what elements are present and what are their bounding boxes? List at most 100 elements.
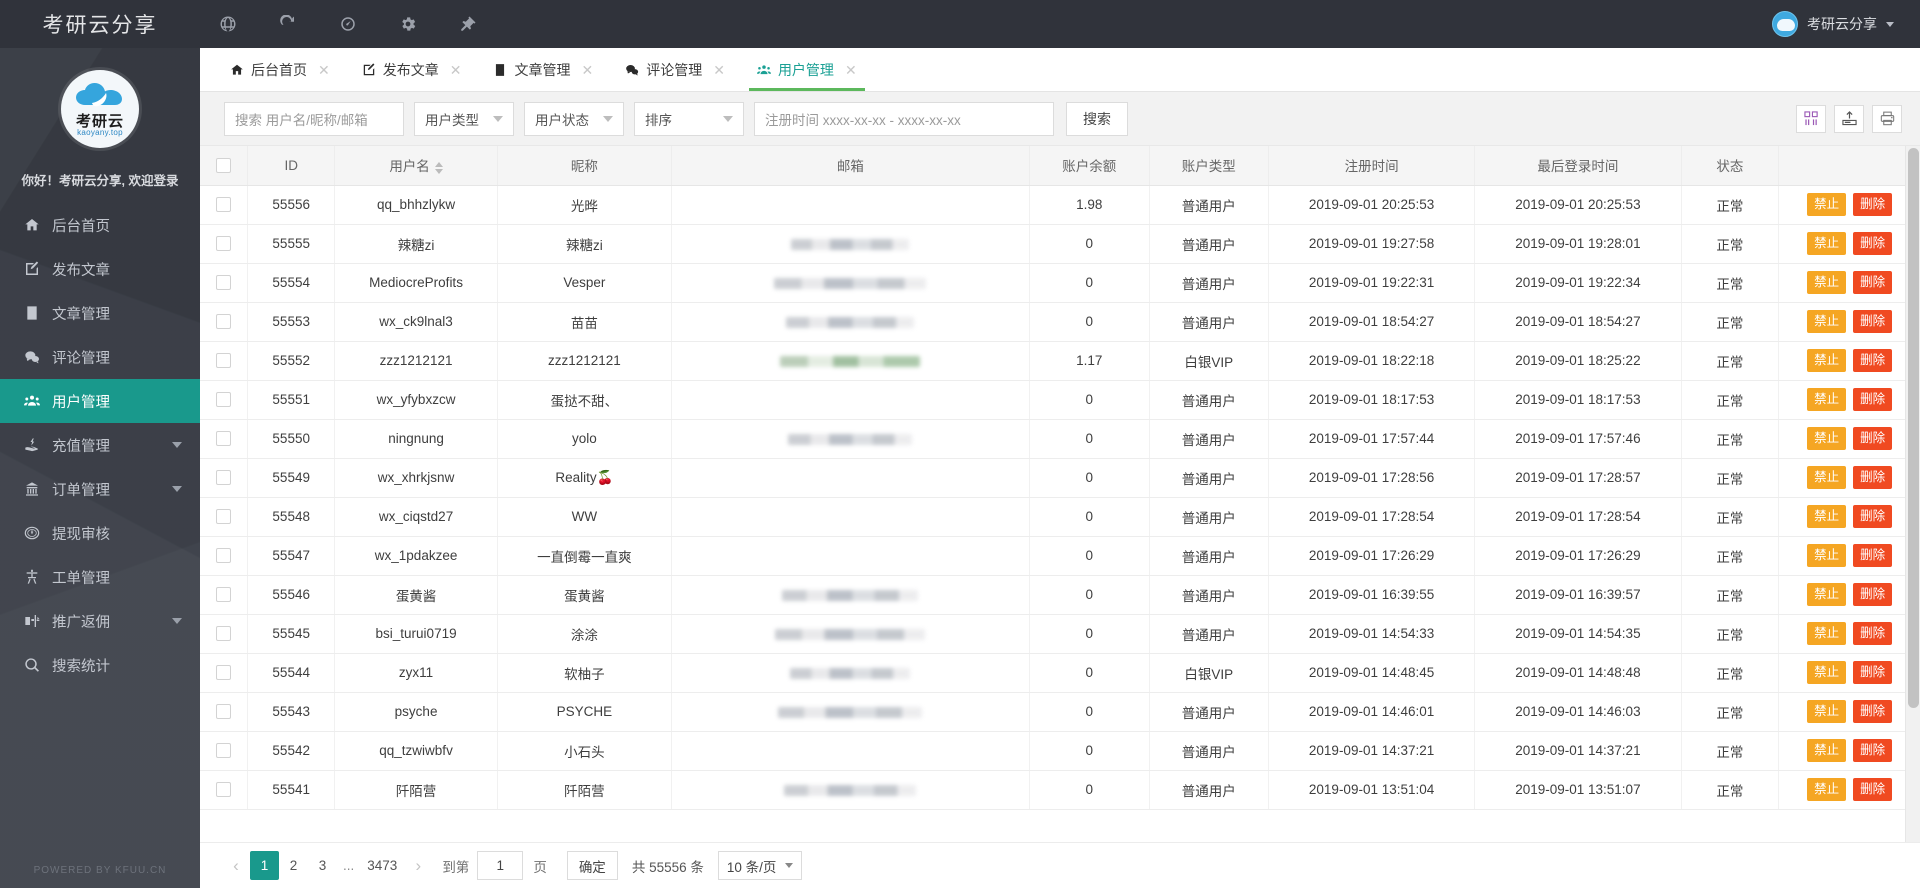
sidebar-item-5[interactable]: 用户管理 bbox=[0, 379, 200, 423]
ban-button[interactable]: 禁止 bbox=[1807, 271, 1847, 294]
tab-5[interactable]: 用户管理 ✕ bbox=[741, 48, 873, 91]
search-input[interactable]: 搜索 用户名/昵称/邮箱 bbox=[224, 101, 404, 136]
ban-button[interactable]: 禁止 bbox=[1807, 505, 1847, 528]
row-checkbox[interactable] bbox=[216, 392, 232, 408]
delete-button[interactable]: 删除 bbox=[1853, 271, 1893, 294]
export-icon[interactable] bbox=[1834, 104, 1864, 133]
table-row[interactable]: 55551 wx_yfybxzcw 蛋挞不甜、 0 普通用户 2019-09-01 18:… bbox=[200, 380, 1920, 420]
row-checkbox[interactable] bbox=[216, 704, 232, 720]
row-checkbox[interactable] bbox=[216, 197, 232, 213]
row-checkbox[interactable] bbox=[216, 353, 232, 369]
table-row[interactable]: 55548 wx_ciqstd27 WW 0 普通用户 2019-09-01 17:28:… bbox=[200, 497, 1920, 537]
close-icon[interactable]: ✕ bbox=[713, 63, 725, 77]
table-row[interactable]: 55541 阡陌营 阡陌营 0 普通用户 2019-09-01 13:51:04 2019-… bbox=[200, 770, 1920, 810]
row-checkbox[interactable] bbox=[216, 236, 232, 252]
page-button-3[interactable]: 3 bbox=[308, 851, 337, 880]
row-checkbox[interactable] bbox=[216, 587, 232, 603]
tab-2[interactable]: 发布文章 ✕ bbox=[346, 48, 478, 91]
table-row[interactable]: 55554 MediocreProfits Vesper 0 普通用户 2019-09-0… bbox=[200, 263, 1920, 303]
ban-button[interactable]: 禁止 bbox=[1807, 427, 1847, 450]
table-row[interactable]: 55547 wx_1pdakzee 一直倒霉一直爽 0 普通用户 2019-09-01 1… bbox=[200, 536, 1920, 576]
table-row[interactable]: 55553 wx_ck9lnal3 苗苗 0 普通用户 2019-09-01 18:54:… bbox=[200, 302, 1920, 342]
sidebar-item-6[interactable]: 充值管理 bbox=[0, 423, 200, 467]
delete-button[interactable]: 删除 bbox=[1853, 544, 1893, 567]
sidebar-item-7[interactable]: 订单管理 bbox=[0, 467, 200, 511]
ban-button[interactable]: 禁止 bbox=[1807, 778, 1847, 801]
sidebar-item-11[interactable]: 搜索统计 bbox=[0, 643, 200, 687]
sidebar-item-1[interactable]: 后台首页 bbox=[0, 203, 200, 247]
chevron-down-icon[interactable] bbox=[172, 618, 182, 624]
close-icon[interactable]: ✕ bbox=[581, 63, 593, 77]
row-checkbox[interactable] bbox=[216, 431, 232, 447]
row-checkbox[interactable] bbox=[216, 782, 232, 798]
close-icon[interactable]: ✕ bbox=[450, 63, 462, 77]
chevron-down-icon[interactable] bbox=[172, 486, 182, 492]
dashboard-icon[interactable] bbox=[320, 0, 376, 48]
row-checkbox[interactable] bbox=[216, 665, 232, 681]
table-row[interactable]: 55545 bsi_turui0719 涂涂 0 普通用户 2019-09-01 14:5… bbox=[200, 614, 1920, 654]
sidebar-item-3[interactable]: 文章管理 bbox=[0, 291, 200, 335]
delete-button[interactable]: 删除 bbox=[1853, 310, 1893, 333]
user-menu[interactable]: 考研云分享 bbox=[1760, 0, 1920, 48]
ban-button[interactable]: 禁止 bbox=[1807, 466, 1847, 489]
row-checkbox[interactable] bbox=[216, 314, 232, 330]
row-checkbox[interactable] bbox=[216, 470, 232, 486]
table-row[interactable]: 55556 qq_bhhzlykw 光晔 1.98 普通用户 2019-09-01 20:… bbox=[200, 185, 1920, 225]
ban-button[interactable]: 禁止 bbox=[1807, 544, 1847, 567]
print-icon[interactable] bbox=[1872, 104, 1902, 133]
goto-page-input[interactable]: 1 bbox=[477, 851, 524, 880]
delete-button[interactable]: 删除 bbox=[1853, 193, 1893, 216]
tab-1[interactable]: 后台首页 ✕ bbox=[214, 48, 346, 91]
delete-button[interactable]: 删除 bbox=[1853, 232, 1893, 255]
user-status-select[interactable]: 用户状态 bbox=[524, 101, 624, 136]
ban-button[interactable]: 禁止 bbox=[1807, 310, 1847, 333]
table-row[interactable]: 55546 蛋黄酱 蛋黄酱 0 普通用户 2019-09-01 16:39:55 2019-… bbox=[200, 575, 1920, 615]
sort-icon[interactable] bbox=[434, 161, 443, 174]
ban-button[interactable]: 禁止 bbox=[1807, 661, 1847, 684]
close-icon[interactable]: ✕ bbox=[318, 63, 330, 77]
sidebar-item-8[interactable]: 提现审核 bbox=[0, 511, 200, 555]
table-row[interactable]: 55544 zyx11 软柚子 0 白银VIP 2019-09-01 14:48:45 20… bbox=[200, 653, 1920, 693]
ban-button[interactable]: 禁止 bbox=[1807, 739, 1847, 762]
ban-button[interactable]: 禁止 bbox=[1807, 622, 1847, 645]
delete-button[interactable]: 删除 bbox=[1853, 427, 1893, 450]
prev-page-button[interactable]: ‹ bbox=[222, 851, 250, 881]
row-checkbox[interactable] bbox=[216, 275, 232, 291]
tab-4[interactable]: 评论管理 ✕ bbox=[609, 48, 741, 91]
ban-button[interactable]: 禁止 bbox=[1807, 349, 1847, 372]
delete-button[interactable]: 删除 bbox=[1853, 739, 1893, 762]
page-button-1[interactable]: 1 bbox=[250, 851, 279, 880]
register-date-range-input[interactable]: 注册时间 xxxx-xx-xx - xxxx-xx-xx bbox=[754, 101, 1054, 136]
row-checkbox[interactable] bbox=[216, 548, 232, 564]
ban-button[interactable]: 禁止 bbox=[1807, 700, 1847, 723]
row-checkbox[interactable] bbox=[216, 509, 232, 525]
pin-icon[interactable] bbox=[440, 0, 496, 48]
table-row[interactable]: 55555 辣糖zi 辣糖zi 0 普通用户 2019-09-01 19:27:58 201… bbox=[200, 224, 1920, 264]
sidebar-item-10[interactable]: 推广返佣 bbox=[0, 599, 200, 643]
sort-select[interactable]: 排序 bbox=[634, 101, 744, 136]
close-icon[interactable]: ✕ bbox=[845, 63, 857, 77]
ban-button[interactable]: 禁止 bbox=[1807, 583, 1847, 606]
delete-button[interactable]: 删除 bbox=[1853, 349, 1893, 372]
globe-icon[interactable] bbox=[200, 0, 256, 48]
tab-3[interactable]: 文章管理 ✕ bbox=[477, 48, 609, 91]
delete-button[interactable]: 删除 bbox=[1853, 583, 1893, 606]
refresh-icon[interactable] bbox=[260, 0, 316, 48]
chevron-down-icon[interactable] bbox=[172, 442, 182, 448]
ban-button[interactable]: 禁止 bbox=[1807, 232, 1847, 255]
next-page-button[interactable]: › bbox=[404, 851, 432, 881]
vertical-scrollbar[interactable] bbox=[1905, 146, 1920, 842]
table-row[interactable]: 55549 wx_xhrkjsnw Reality🍒 0 普通用户 2019-09-01 … bbox=[200, 458, 1920, 498]
delete-button[interactable]: 删除 bbox=[1853, 388, 1893, 411]
scrollbar-thumb[interactable] bbox=[1908, 148, 1919, 708]
page-button-2[interactable]: 2 bbox=[279, 851, 308, 880]
table-row[interactable]: 55550 ningnung yolo 0 普通用户 2019-09-01 17:57:4… bbox=[200, 419, 1920, 459]
delete-button[interactable]: 删除 bbox=[1853, 778, 1893, 801]
delete-button[interactable]: 删除 bbox=[1853, 466, 1893, 489]
delete-button[interactable]: 删除 bbox=[1853, 661, 1893, 684]
row-checkbox[interactable] bbox=[216, 626, 232, 642]
table-row[interactable]: 55552 zzz1212121 zzz1212121 1.17 白银VIP 2019-0… bbox=[200, 341, 1920, 381]
ban-button[interactable]: 禁止 bbox=[1807, 388, 1847, 411]
delete-button[interactable]: 删除 bbox=[1853, 700, 1893, 723]
delete-button[interactable]: 删除 bbox=[1853, 622, 1893, 645]
